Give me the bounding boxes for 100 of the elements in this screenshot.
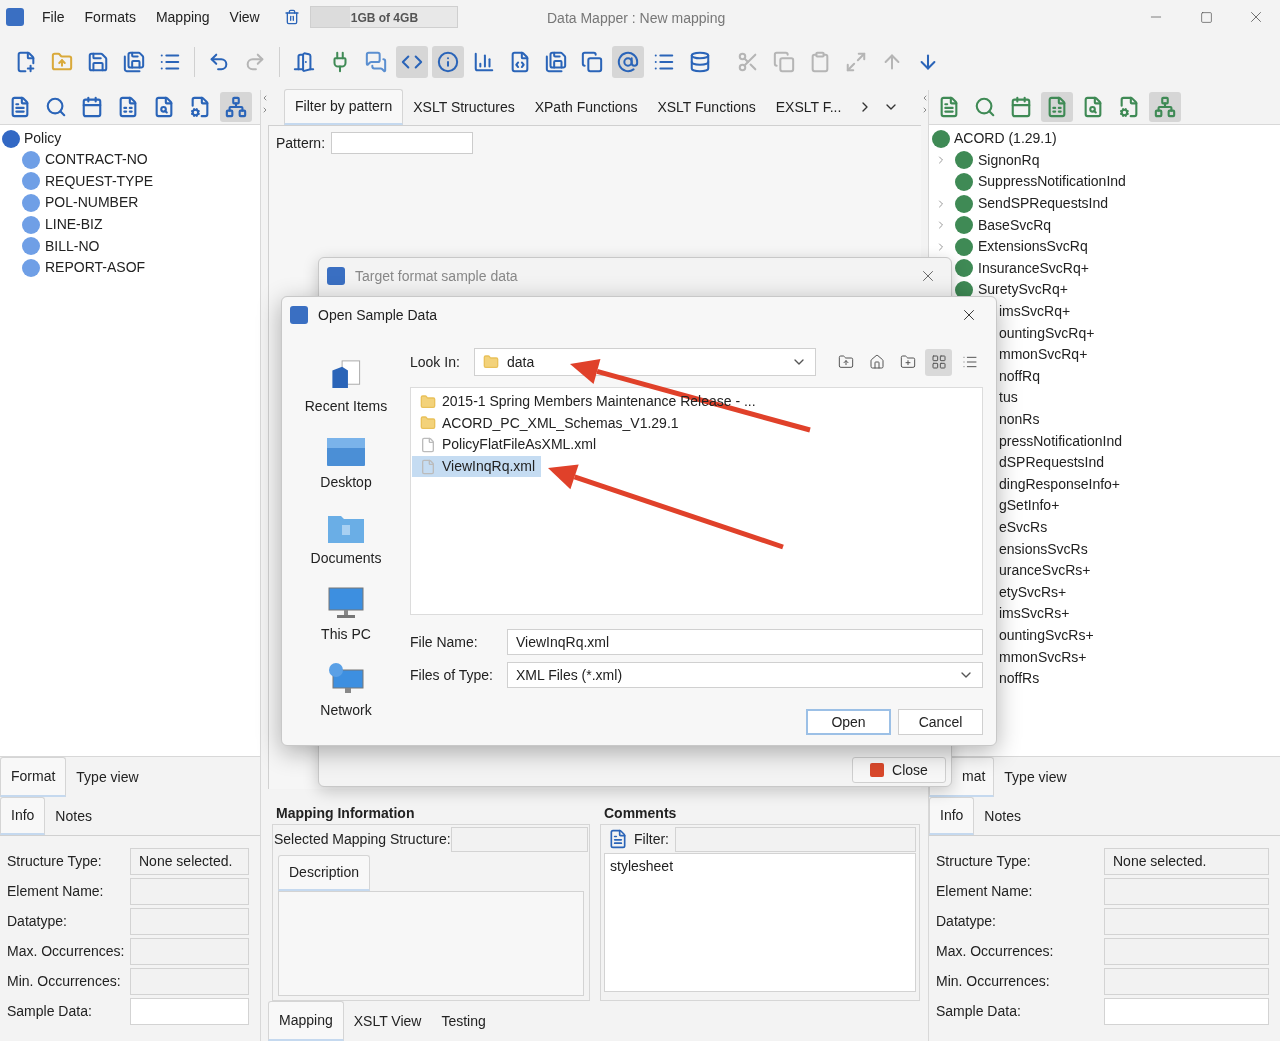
search-icon [974, 96, 996, 118]
file-type-label: Files of Type: [410, 665, 494, 685]
place-item[interactable]: This PC [321, 624, 371, 645]
tab[interactable]: Notes [45, 797, 102, 835]
tree-node[interactable]: eSvcRs [999, 517, 1048, 538]
file-icon [420, 458, 436, 475]
document-entry[interactable]: ViewInqRq.xml [412, 455, 542, 478]
maximize-icon[interactable] [1200, 10, 1213, 24]
trash-icon[interactable] [283, 8, 300, 26]
tree-node[interactable]: ExtensionsSvcRq [978, 236, 1088, 258]
dialog-button[interactable]: Cancel [898, 709, 983, 735]
file-type-dropdown[interactable]: XML Files (*.xml) [507, 662, 983, 688]
chart-file-button[interactable] [1041, 92, 1073, 122]
tree-node[interactable]: ensionsSvcRs [999, 538, 1088, 560]
tree-node[interactable]: noffRq [999, 365, 1040, 387]
tree-node[interactable]: InsuranceSvcRq+ [978, 257, 1089, 279]
folder-icon [420, 415, 436, 432]
tree-node[interactable]: SuretySvcRq+ [978, 279, 1068, 301]
save-icon [87, 51, 109, 73]
redo-icon [244, 51, 266, 73]
place-item[interactable]: Network [320, 700, 372, 721]
menu-item[interactable]: View [229, 6, 260, 28]
tree-node[interactable]: nonRs [999, 409, 1040, 430]
look-in-dropdown[interactable]: data [474, 348, 816, 376]
tab[interactable]: Description [278, 855, 371, 891]
group-title: Comments [603, 804, 678, 823]
undo-icon [208, 51, 230, 73]
tree-node[interactable]: dSPRequestsInd [999, 452, 1105, 474]
tree-node[interactable]: dingResponseInfo+ [999, 473, 1121, 495]
grid-view-button[interactable] [925, 348, 952, 376]
field-label: Sample Data: [936, 1002, 1022, 1021]
tab[interactable]: Mapping [268, 1001, 344, 1041]
tree-node[interactable]: BaseSvcRq [978, 214, 1052, 236]
tab[interactable]: EXSLT F... [765, 89, 852, 125]
tree-node[interactable]: uranceSvcRs+ [999, 560, 1091, 582]
place-item[interactable]: Desktop [320, 472, 372, 493]
tab[interactable]: Format [0, 757, 67, 797]
tree-node[interactable]: tus [999, 387, 1018, 409]
tree-node[interactable]: etySvcRs+ [999, 581, 1067, 603]
tree-node[interactable]: ountingSvcRs+ [999, 624, 1094, 646]
folder-entry[interactable]: ACORD_PC_XML_Schemas_V1.29.1 [412, 412, 685, 435]
tree-node[interactable]: ountingSvcRq+ [999, 322, 1095, 344]
document-entry[interactable]: PolicyFlatFileAsXML.xml [412, 434, 603, 456]
tree-node[interactable]: POL-NUMBER [45, 192, 139, 214]
tab[interactable]: XPath Functions [524, 89, 648, 125]
tab[interactable]: Type view [994, 757, 1077, 797]
info-button[interactable] [432, 46, 464, 78]
hierarchy-button[interactable] [1149, 92, 1181, 122]
tree-node[interactable]: Policy [24, 128, 62, 149]
tree-node[interactable]: REPORT-ASOF [45, 257, 146, 279]
folder-up-icon [51, 51, 73, 73]
computer-icon [327, 586, 365, 620]
filter-field[interactable] [675, 826, 916, 852]
field-label: Element Name: [936, 882, 1034, 901]
pattern-field[interactable] [331, 132, 474, 154]
tab[interactable]: XSLT Structures [403, 89, 525, 125]
tree-node[interactable]: imsSvcRs+ [999, 603, 1070, 625]
menu-item[interactable]: File [42, 6, 65, 28]
tree-node[interactable]: LINE-BIZ [45, 214, 103, 236]
dialog-button[interactable]: Open [806, 709, 891, 735]
menu-item[interactable]: Formats [84, 6, 136, 28]
home-icon [868, 354, 885, 370]
tab[interactable]: Testing [431, 1001, 496, 1041]
file-search-icon [1082, 96, 1104, 118]
tree-node[interactable]: CONTRACT-NO [45, 149, 148, 171]
tree-node[interactable]: gSetInfo+ [999, 495, 1060, 517]
mapping-structure-field[interactable] [450, 826, 588, 852]
tree-node[interactable]: REQUEST-TYPE [45, 170, 154, 192]
tab[interactable]: Filter by pattern [284, 89, 404, 125]
tree-node[interactable]: SuppressNotificationInd [978, 171, 1126, 193]
chat-bubbles-icon [365, 51, 387, 73]
file-code-icon [509, 51, 531, 73]
hierarchy-icon [1154, 96, 1176, 118]
tree-node[interactable]: SignonRq [978, 149, 1040, 171]
at-sign-button[interactable] [612, 46, 644, 78]
comment-item[interactable]: stylesheet [610, 856, 910, 877]
tree-node[interactable]: pressNotificationInd [999, 430, 1122, 452]
tab[interactable]: Info [929, 797, 975, 835]
tab[interactable]: Info [0, 797, 46, 835]
hierarchy-button[interactable] [220, 92, 252, 122]
tab[interactable]: Type view [66, 757, 149, 797]
tree-node[interactable]: BILL-NO [45, 235, 100, 257]
tab[interactable]: XSLT View [343, 1001, 432, 1041]
place-item[interactable]: Documents [310, 548, 382, 569]
place-item[interactable]: Recent Items [304, 396, 388, 417]
tree-node[interactable]: SendSPRequestsInd [978, 193, 1108, 215]
tree-node[interactable]: noffRs [999, 668, 1040, 690]
menu-item[interactable]: Mapping [155, 6, 210, 28]
tree-node[interactable]: ACORD (1.29.1) [954, 128, 1057, 150]
search-icon [45, 96, 67, 118]
calendar-icon [81, 96, 103, 118]
close-button[interactable]: Close [852, 757, 946, 783]
tab[interactable]: Notes [974, 797, 1031, 835]
field-label: Max. Occurrences: [7, 942, 126, 961]
tree-node[interactable]: mmonSvcRs+ [999, 646, 1087, 668]
code-button[interactable] [396, 46, 428, 78]
tree-node[interactable]: imsSvcRq+ [999, 301, 1071, 323]
tab[interactable]: XSLT Functions [647, 89, 766, 125]
file-name-field[interactable]: ViewInqRq.xml [507, 629, 983, 655]
tree-node[interactable]: mmonSvcRq+ [999, 344, 1088, 366]
